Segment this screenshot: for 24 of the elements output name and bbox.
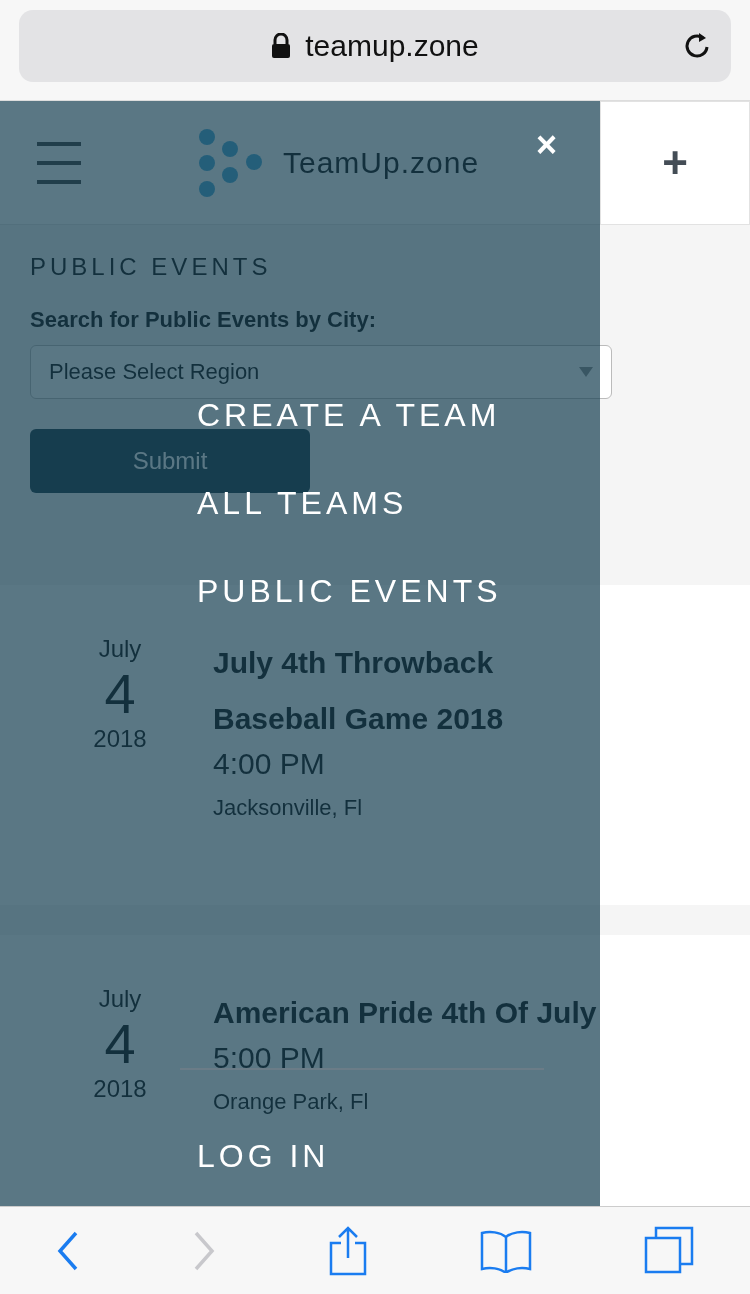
event-month: July [98,635,142,663]
menu-link[interactable]: ALL TEAMS [197,483,408,523]
login-link[interactable]: LOG IN [197,1136,330,1176]
menu-link[interactable]: CREATE A TEAM [197,395,501,435]
close-button[interactable]: × [532,127,562,163]
event-year: 2018 [93,1074,147,1103]
brand-name: TeamUp.zone [283,145,480,180]
lock-icon [271,33,292,59]
event-day: 4 [104,1013,136,1075]
event-day: 4 [104,663,136,725]
event-year: 2018 [93,724,147,753]
event-location: Orange Park, Fl [213,1089,370,1115]
event-location: Jacksonville, Fl [213,795,364,821]
event-time: 4:00 PM [213,747,326,781]
event-title: American Pride 4th Of July [213,995,598,1031]
address-bar[interactable]: teamup.zone [19,10,731,82]
menu-link[interactable]: PUBLIC EVENTS [197,571,502,611]
event-time: 5:00 PM [213,1041,326,1075]
event-month: July [98,985,142,1013]
url-text: teamup.zone [305,29,479,63]
event-title: July 4th Throwback Baseball Game 2018 [213,645,505,737]
add-button[interactable]: + [600,101,750,225]
search-label: Search for Public Events by City: [30,307,377,333]
section-title: PUBLIC EVENTS [30,253,273,281]
